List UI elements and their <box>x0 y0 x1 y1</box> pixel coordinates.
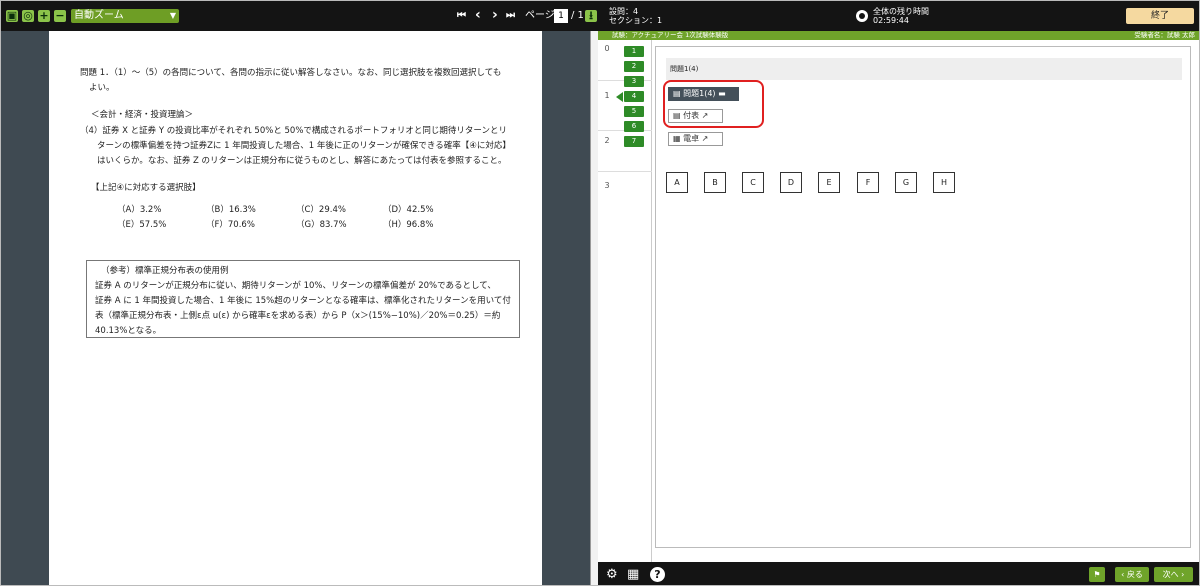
choices-title: 【上記④に対応する選択肢】 <box>91 183 201 193</box>
reference-line: 証券 A に 1 年間投資した場合、1 年後に 15%超のリターンとなる確率は、… <box>95 296 511 306</box>
question-button-2[interactable]: 2 <box>624 61 644 72</box>
exam-info-bar: 試験：アクチュアリー会 1次試験体験版 受験者名：試験 太郎 <box>598 31 1199 40</box>
calculator-label: 電卓 <box>683 134 700 143</box>
next-page-icon[interactable]: › <box>492 8 498 22</box>
back-button[interactable]: ‹ 戻る <box>1115 567 1149 582</box>
section-number: 0 <box>604 44 610 53</box>
prev-page-icon[interactable]: ‹ <box>475 8 481 22</box>
answer-choice-f[interactable]: F <box>857 172 879 193</box>
answer-choice-d[interactable]: D <box>780 172 802 193</box>
fit-page-icon[interactable]: ◎ <box>22 10 34 22</box>
question-4-text-2: ターンの標準偏差を持つ証券Zに 1 年間投資した場合、1 年後に正のリターンが確… <box>97 141 511 151</box>
exam-name: 試験：アクチュアリー会 1次試験体験版 <box>612 31 729 39</box>
choice-b: （B）16.3% <box>206 205 256 215</box>
choice-e: （E）57.5% <box>117 220 167 230</box>
choice-f: （F）70.6% <box>206 220 255 230</box>
question-intro: 問題 1．（1）～（5）の各問について、各問の指示に従い解答しなさい。なお、同じ… <box>80 68 502 78</box>
zoom-select-value: 自動ズーム <box>74 10 124 21</box>
sidebar-toggle-icon[interactable]: ▣ <box>6 10 18 22</box>
choice-a: （A）3.2% <box>117 205 162 215</box>
question-count: 設問：4 <box>609 7 639 16</box>
reference-box: （参考）標準正規分布表の使用例 証券 A のリターンが正規分布に従い、期待リター… <box>86 260 520 338</box>
answer-choice-g[interactable]: G <box>895 172 917 193</box>
external-link-icon: ↗ <box>701 134 709 143</box>
question-button-5[interactable]: 5 <box>624 106 644 117</box>
exam-footer: ⚙ ▦ ? ⚑ ‹ 戻る 次へ › <box>598 562 1199 585</box>
help-icon[interactable]: ? <box>650 567 665 582</box>
choice-c: （C）29.4% <box>296 205 346 215</box>
current-question-arrow-icon <box>616 92 623 102</box>
section-title: ＜会計・経済・投資理論＞ <box>91 110 194 120</box>
choice-d: （D）42.5% <box>383 205 434 215</box>
gear-icon[interactable]: ⚙ <box>606 567 618 582</box>
section-number: 1 <box>604 91 610 100</box>
pdf-viewer: ▣ ◎ + − 自動ズーム ▼ ⏮ ‹ › ⏭ ページ: 1 / 1 ⭳ 問題 … <box>1 1 598 585</box>
calculator-button[interactable]: ▦ 電卓 ↗ <box>668 132 723 146</box>
grid-icon[interactable]: ▦ <box>627 567 639 582</box>
page-number-input[interactable]: 1 <box>554 9 568 23</box>
zoom-in-button[interactable]: + <box>38 10 50 22</box>
section-number: 3 <box>604 181 610 190</box>
examinee-name: 受験者名：試験 太郎 <box>1134 31 1195 39</box>
reference-line: 40.13%となる。 <box>95 326 162 336</box>
answer-choice-a[interactable]: A <box>666 172 688 193</box>
zoom-out-button[interactable]: − <box>54 10 66 22</box>
question-intro-cont: よい。 <box>89 83 115 93</box>
clock-icon <box>856 10 868 22</box>
question-4-text-3: はいくらか。なお、証券 Z のリターンは正規分布に従うものとし、解答にあたっては… <box>97 156 507 166</box>
first-page-icon[interactable]: ⏮ <box>457 9 466 23</box>
viewer-canvas: 問題 1．（1）～（5）の各問について、各問の指示に従い解答しなさい。なお、同じ… <box>1 31 598 585</box>
page-total: / 1 <box>571 10 584 21</box>
question-4-text: （4）証券 X と証券 Y の投資比率がそれぞれ 50%と 50%で構成されるポ… <box>80 126 507 136</box>
choice-g: （G）83.7% <box>296 220 347 230</box>
choice-h: （H）96.8% <box>383 220 434 230</box>
exam-header: 設問：4 セクション：1 全体の残り時間 02:59:44 終了 <box>598 1 1199 31</box>
next-button[interactable]: 次へ › <box>1154 567 1193 582</box>
download-icon[interactable]: ⭳ <box>585 10 597 22</box>
timer-label: 全体の残り時間 <box>873 7 929 16</box>
reference-line: 表（標準正規分布表・上側ε点 u(ε) から確率εを求める表）から P（x＞(1… <box>95 311 501 321</box>
viewer-scrollbar[interactable] <box>590 31 598 585</box>
zoom-select[interactable]: 自動ズーム ▼ <box>71 9 179 23</box>
pdf-page: 問題 1．（1）～（5）の各問について、各問の指示に従い解答しなさい。なお、同じ… <box>49 31 542 585</box>
answer-choice-b[interactable]: B <box>704 172 726 193</box>
question-button-6[interactable]: 6 <box>624 121 644 132</box>
flag-icon[interactable]: ⚑ <box>1089 567 1105 582</box>
calculator-icon: ▦ <box>673 134 681 143</box>
question-title: 問題1(4) <box>666 58 1182 80</box>
finish-button[interactable]: 終了 <box>1126 8 1194 24</box>
app-window: ▣ ◎ + − 自動ズーム ▼ ⏮ ‹ › ⏭ ページ: 1 / 1 ⭳ 問題 … <box>0 0 1200 586</box>
annotation-highlight <box>663 80 764 128</box>
last-page-icon[interactable]: ⏭ <box>506 9 515 23</box>
timer-value: 02:59:44 <box>873 16 909 25</box>
chevron-down-icon: ▼ <box>169 11 176 20</box>
section-number: 2 <box>604 136 610 145</box>
question-button-7[interactable]: 7 <box>624 136 644 147</box>
question-button-4[interactable]: 4 <box>624 91 644 102</box>
answer-choice-h[interactable]: H <box>933 172 955 193</box>
divider <box>598 171 652 172</box>
section-count: セクション：1 <box>609 16 663 25</box>
answer-choice-c[interactable]: C <box>742 172 764 193</box>
question-navigator: 0 1 2 3 1 2 3 4 5 6 7 <box>598 40 652 562</box>
reference-line: 証券 A のリターンが正規分布に従い、期待リターンが 10%、リターンの標準偏差… <box>95 281 496 291</box>
question-button-1[interactable]: 1 <box>624 46 644 57</box>
question-button-3[interactable]: 3 <box>624 76 644 87</box>
reference-title: （参考）標準正規分布表の使用例 <box>101 266 229 276</box>
viewer-toolbar: ▣ ◎ + − 自動ズーム ▼ ⏮ ‹ › ⏭ ページ: 1 / 1 ⭳ <box>1 1 598 31</box>
answer-choice-e[interactable]: E <box>818 172 840 193</box>
